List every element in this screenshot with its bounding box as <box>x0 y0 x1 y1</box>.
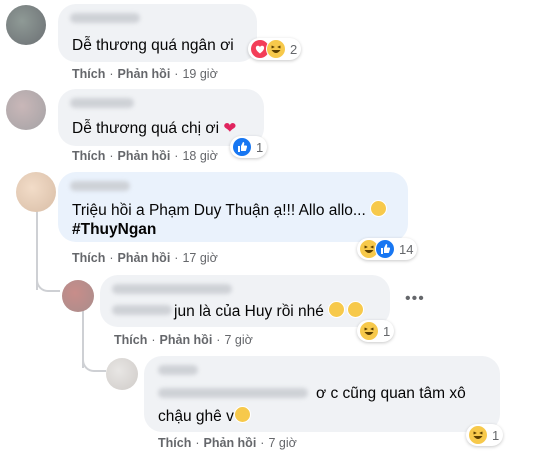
separator: · <box>174 251 179 265</box>
timestamp[interactable]: 17 giờ <box>182 251 217 265</box>
thread-elbow <box>36 270 60 292</box>
reaction-summary[interactable]: 1 <box>466 424 504 446</box>
separator: · <box>195 436 200 450</box>
comment-text: Dễ thương quá ngân ơi <box>72 37 234 54</box>
reply-button[interactable]: Phản hồi <box>118 149 171 163</box>
reaction-count: 14 <box>399 241 414 257</box>
commenter-name[interactable] <box>112 284 232 294</box>
commenter-name[interactable] <box>158 365 198 375</box>
comment-text: Dễ thương quá chị ơi ❤ <box>72 120 237 137</box>
more-options-icon[interactable]: ••• <box>405 290 425 308</box>
rofl-emoji-icon <box>370 200 388 217</box>
comment-actions: Thích · Phản hồi · 7 giờ <box>158 436 297 450</box>
comment-text: ơ c cũng quan tâm xô <box>316 385 466 402</box>
comment-text: Triệu hồi a Phạm Duy Thuận ạ!!! Allo all… <box>72 200 388 221</box>
reply-button[interactable]: Phản hồi <box>160 333 213 347</box>
commenter-name[interactable] <box>70 181 130 191</box>
timestamp[interactable]: 19 giờ <box>182 67 217 81</box>
mention-tag[interactable] <box>158 388 308 398</box>
reply-button[interactable]: Phản hồi <box>118 67 171 81</box>
avatar[interactable] <box>16 172 56 212</box>
haha-icon <box>359 321 379 341</box>
separator: · <box>174 149 179 163</box>
timestamp[interactable]: 18 giờ <box>182 149 217 163</box>
hashtag-link[interactable]: #ThuyNgan <box>72 220 156 240</box>
comment-text: chậu ghê v <box>158 406 251 427</box>
comment-actions: Thích · Phản hồi · 17 giờ <box>72 251 218 265</box>
avatar[interactable] <box>62 280 94 312</box>
separator: · <box>174 67 179 81</box>
thread-elbow <box>82 350 106 372</box>
like-button[interactable]: Thích <box>114 333 147 347</box>
reaction-count: 1 <box>492 427 500 443</box>
separator: · <box>151 333 156 347</box>
separator: · <box>109 67 114 81</box>
timestamp[interactable]: 7 giờ <box>224 333 252 347</box>
like-icon <box>375 239 395 259</box>
haha-icon <box>266 39 286 59</box>
reaction-count: 1 <box>383 323 391 339</box>
separator: · <box>260 436 265 450</box>
grin-emoji-icon <box>233 406 251 423</box>
commenter-name[interactable] <box>70 98 134 108</box>
avatar[interactable] <box>6 90 46 130</box>
comment-actions: Thích · Phản hồi · 18 giờ <box>72 149 218 163</box>
timestamp[interactable]: 7 giờ <box>268 436 296 450</box>
separator: · <box>109 149 114 163</box>
reaction-count: 1 <box>256 139 264 155</box>
like-icon <box>232 137 252 157</box>
grin-emoji-icon <box>347 301 365 318</box>
reaction-summary[interactable]: 2 <box>248 38 302 60</box>
separator: · <box>109 251 114 265</box>
comment-bubble: Triệu hồi a Phạm Duy Thuận ạ!!! Allo all… <box>58 172 408 242</box>
heart-icon: ❤ <box>223 120 237 137</box>
comment-bubble: ơ c cũng quan tâm xô chậu ghê v <box>144 356 500 432</box>
reaction-summary[interactable]: 1 <box>357 320 395 342</box>
reply-button[interactable]: Phản hồi <box>118 251 171 265</box>
comment-actions: Thích · Phản hồi · 19 giờ <box>72 67 218 81</box>
comment-actions: Thích · Phản hồi · 7 giờ <box>114 333 253 347</box>
mention-tag[interactable] <box>112 305 172 315</box>
reaction-summary[interactable]: 1 <box>230 136 268 158</box>
separator: · <box>216 333 221 347</box>
reply-button[interactable]: Phản hồi <box>204 436 257 450</box>
avatar[interactable] <box>106 358 138 390</box>
comment-bubble: jun là của Huy rồi nhé <box>100 275 390 327</box>
commenter-name[interactable] <box>70 13 140 23</box>
reaction-summary[interactable]: 14 <box>357 238 418 260</box>
haha-icon <box>468 425 488 445</box>
comment-bubble: Dễ thương quá ngân ơi <box>58 4 257 62</box>
like-button[interactable]: Thích <box>72 251 105 265</box>
grin-emoji-icon <box>328 301 346 318</box>
like-button[interactable]: Thích <box>72 67 105 81</box>
comment-text: jun là của Huy rồi nhé <box>174 301 365 322</box>
avatar[interactable] <box>6 5 46 45</box>
reaction-count: 2 <box>290 41 298 57</box>
like-button[interactable]: Thích <box>72 149 105 163</box>
like-button[interactable]: Thích <box>158 436 191 450</box>
